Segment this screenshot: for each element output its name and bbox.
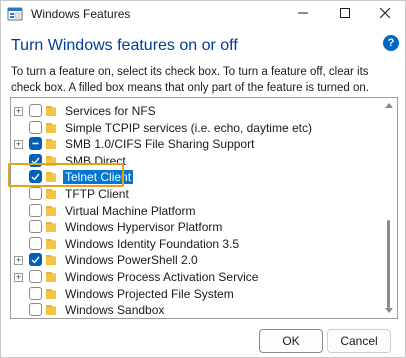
folder-icon <box>46 222 56 233</box>
feature-label: Services for NFS <box>65 104 156 118</box>
expand-icon[interactable]: + <box>14 107 23 116</box>
feature-label: Windows Hypervisor Platform <box>65 220 223 235</box>
folder-icon <box>46 205 56 216</box>
feature-label: Windows Process Activation Service <box>65 270 259 284</box>
folder-icon <box>46 122 56 133</box>
feature-row[interactable]: Windows Sandbox <box>11 302 379 318</box>
selection-highlight <box>8 163 124 187</box>
feature-row[interactable]: Windows Identity Foundation 3.5 <box>11 236 379 253</box>
folder-icon <box>46 255 56 266</box>
folder-icon <box>46 189 56 199</box>
feature-checkbox[interactable] <box>29 270 42 283</box>
cancel-button[interactable]: Cancel <box>327 329 391 353</box>
feature-checkbox[interactable] <box>29 286 42 300</box>
scroll-thumb[interactable] <box>387 220 390 308</box>
feature-checkbox[interactable] <box>29 104 42 117</box>
folder-icon <box>46 305 56 316</box>
expand-icon[interactable]: + <box>14 140 23 150</box>
feature-label: Windows Projected File System <box>65 286 234 301</box>
feature-checkbox[interactable] <box>29 137 42 151</box>
feature-row[interactable]: Windows Hypervisor Platform <box>11 219 379 236</box>
feature-checkbox[interactable] <box>29 253 42 267</box>
feature-row[interactable]: + Services for NFS <box>11 103 379 120</box>
feature-label: Simple TCPIP services (i.e. echo, daytim… <box>65 120 312 135</box>
minimize-icon <box>298 12 308 14</box>
windows-features-icon <box>7 7 23 21</box>
instructions-text: To turn a feature on, select its check b… <box>11 66 369 94</box>
feature-row[interactable]: + SMB 1.0/CIFS File Sharing Support <box>11 136 379 153</box>
feature-row[interactable]: TFTP Client <box>11 186 379 203</box>
window-title: Windows Features <box>31 7 131 21</box>
feature-label: Windows PowerShell 2.0 <box>65 253 198 268</box>
scroll-down-icon[interactable] <box>385 308 393 313</box>
expand-icon[interactable]: + <box>14 256 23 266</box>
feature-checkbox[interactable] <box>29 303 42 317</box>
feature-checkbox[interactable] <box>29 236 42 250</box>
title-bar[interactable]: Windows Features <box>1 1 405 27</box>
windows-features-dialog: Windows Features Turn Windows features o… <box>0 0 406 358</box>
features-tree[interactable]: Windows Subsystem for LinuxWindows Sandb… <box>10 97 398 319</box>
feature-row[interactable]: + Windows PowerShell 2.0 <box>11 252 379 269</box>
folder-icon <box>46 106 56 116</box>
feature-row[interactable]: Simple TCPIP services (i.e. echo, daytim… <box>11 120 379 137</box>
vertical-scrollbar[interactable] <box>381 98 397 318</box>
scroll-up-icon[interactable] <box>385 103 393 108</box>
feature-label: SMB 1.0/CIFS File Sharing Support <box>65 137 255 152</box>
folder-icon <box>46 139 56 150</box>
feature-row[interactable]: + Windows Process Activation Service <box>11 269 379 286</box>
folder-icon <box>46 238 56 249</box>
expand-icon[interactable]: + <box>14 273 23 282</box>
page-heading: Turn Windows features on or off <box>11 37 238 54</box>
feature-row[interactable]: Windows Projected File System <box>11 286 379 303</box>
folder-icon <box>46 272 56 282</box>
close-icon <box>380 8 390 18</box>
maximize-button[interactable] <box>325 1 365 25</box>
feature-label: Windows Sandbox <box>65 303 165 318</box>
feature-checkbox[interactable] <box>29 220 42 234</box>
feature-label: Windows Identity Foundation 3.5 <box>65 236 240 251</box>
feature-checkbox[interactable] <box>29 120 42 134</box>
feature-label: TFTP Client <box>65 187 129 201</box>
feature-row[interactable]: Virtual Machine Platform <box>11 203 379 220</box>
minimize-button[interactable] <box>283 1 323 25</box>
feature-checkbox[interactable] <box>29 187 42 200</box>
feature-label: Virtual Machine Platform <box>65 203 196 218</box>
folder-icon <box>46 288 56 299</box>
close-button[interactable] <box>365 1 405 25</box>
feature-checkbox[interactable] <box>29 203 42 217</box>
ok-button[interactable]: OK <box>259 329 323 353</box>
help-icon[interactable]: ? <box>383 35 399 51</box>
maximize-icon <box>340 8 350 18</box>
